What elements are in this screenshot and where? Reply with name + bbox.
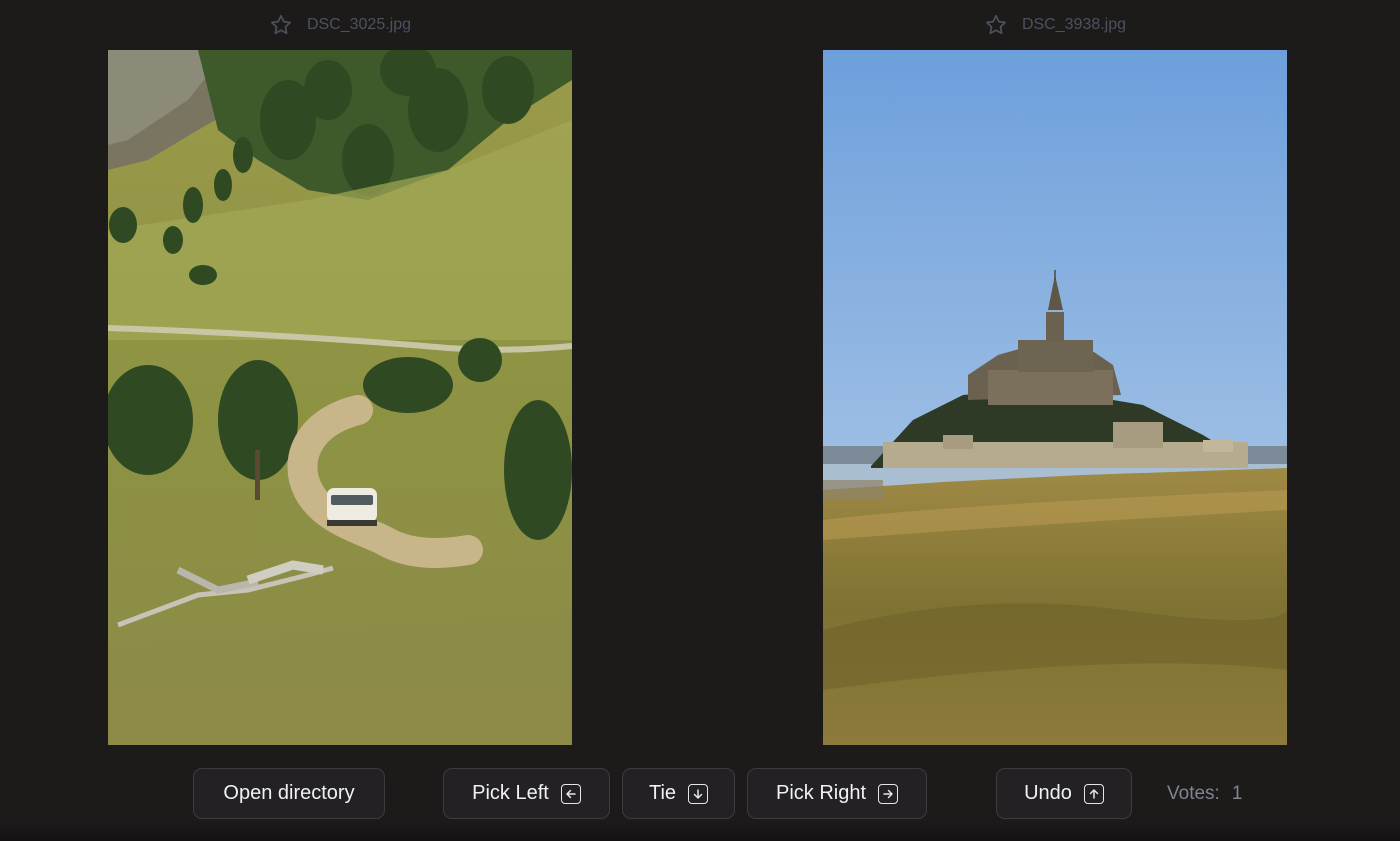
- open-directory-label: Open directory: [223, 782, 355, 804]
- toolbar: Open directory Pick Left Tie Pick Right …: [0, 768, 1400, 821]
- pick-right-button[interactable]: Pick Right: [747, 768, 927, 819]
- undo-label: Undo: [1024, 782, 1072, 804]
- votes-counter: Votes: 1: [1167, 768, 1242, 819]
- arrow-up-key-icon: [1083, 783, 1104, 804]
- right-image-header: DSC_3938.jpg: [823, 10, 1287, 40]
- open-directory-button[interactable]: Open directory: [193, 768, 385, 819]
- left-image-header: DSC_3025.jpg: [108, 10, 572, 40]
- pick-left-label: Pick Left: [472, 782, 549, 804]
- right-image-filename: DSC_3938.jpg: [1021, 16, 1127, 33]
- bottom-shadow: [0, 821, 1400, 841]
- undo-button[interactable]: Undo: [996, 768, 1132, 819]
- right-photo[interactable]: [823, 50, 1287, 745]
- star-outline-icon[interactable]: [984, 13, 1008, 37]
- pick-right-label: Pick Right: [775, 782, 867, 804]
- arrow-down-key-icon: [688, 783, 709, 804]
- tie-label: Tie: [648, 782, 677, 804]
- arrow-left-key-icon: [560, 783, 581, 804]
- photo-compare-app: DSC_3025.jpg DSC_3938.jpg Open directory…: [0, 0, 1400, 841]
- tie-button[interactable]: Tie: [622, 768, 735, 819]
- star-outline-icon[interactable]: [269, 13, 293, 37]
- votes-label: Votes:: [1167, 782, 1220, 804]
- left-image-filename: DSC_3025.jpg: [306, 16, 412, 33]
- left-photo-mountain-van: [108, 50, 572, 745]
- left-photo[interactable]: [108, 50, 572, 745]
- votes-count: 1: [1231, 782, 1243, 804]
- right-photo-mont-saint-michel: [823, 50, 1287, 745]
- arrow-right-key-icon: [878, 783, 899, 804]
- pick-left-button[interactable]: Pick Left: [443, 768, 610, 819]
